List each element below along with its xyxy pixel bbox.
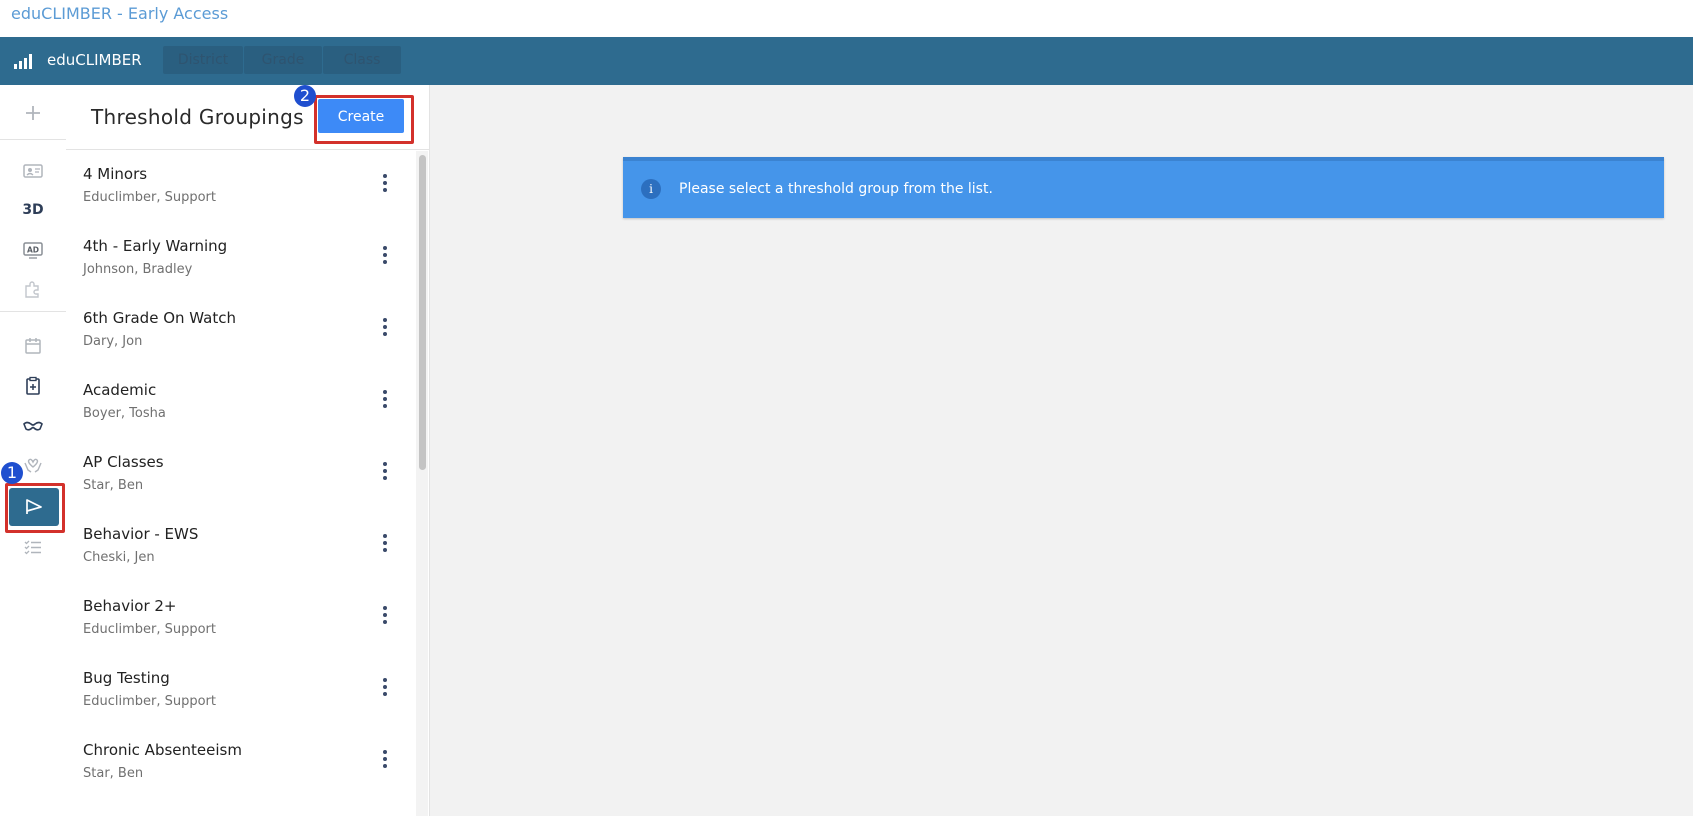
more-options-icon[interactable] <box>382 534 388 554</box>
side-rail: 3D AD <box>0 85 67 816</box>
group-name: AP Classes <box>83 453 164 471</box>
step-1-badge: 1 <box>1 462 23 484</box>
group-owner: Cheski, Jen <box>83 550 155 565</box>
info-alert: i Please select a threshold group from t… <box>623 157 1664 218</box>
window-title: eduCLIMBER - Early Access <box>11 4 229 23</box>
more-options-icon[interactable] <box>382 750 388 770</box>
list-item[interactable]: Bug Testing Educlimber, Support <box>66 654 414 726</box>
group-name: Chronic Absenteeism <box>83 741 242 759</box>
calendar-icon[interactable] <box>21 334 45 358</box>
plus-icon[interactable] <box>21 101 45 125</box>
group-name: Bug Testing <box>83 669 170 687</box>
group-owner: Johnson, Bradley <box>83 262 193 277</box>
more-options-icon[interactable] <box>382 606 388 626</box>
list-item[interactable]: 4 Minors Educlimber, Support <box>66 150 414 222</box>
group-owner: Educlimber, Support <box>83 694 216 709</box>
step-2-badge: 2 <box>294 85 316 107</box>
group-owner: Star, Ben <box>83 766 144 781</box>
more-options-icon[interactable] <box>382 462 388 482</box>
list-item[interactable]: Behavior - EWS Cheski, Jen <box>66 510 414 582</box>
clipboard-icon[interactable] <box>21 374 45 398</box>
group-name: 4 Minors <box>83 165 148 183</box>
list-item[interactable]: Chronic Absenteeism Star, Ben <box>66 726 414 798</box>
group-owner: Educlimber, Support <box>83 622 216 637</box>
list-scrollbar-thumb[interactable] <box>419 155 426 470</box>
threshold-group-list: 4 Minors Educlimber, Support 4th - Early… <box>66 150 414 798</box>
app-logo-text: eduCLIMBER <box>47 51 142 69</box>
checklist-icon[interactable] <box>21 535 45 559</box>
group-owner: Educlimber, Support <box>83 190 216 205</box>
list-item[interactable]: Academic Boyer, Tosha <box>66 366 414 438</box>
list-item[interactable]: 6th Grade On Watch Dary, Jon <box>66 294 414 366</box>
group-owner: Boyer, Tosha <box>83 406 166 421</box>
group-name: Behavior 2+ <box>83 597 177 615</box>
list-item[interactable]: Behavior 2+ Educlimber, Support <box>66 582 414 654</box>
step-2-highlight <box>314 95 414 144</box>
more-options-icon[interactable] <box>382 246 388 266</box>
more-options-icon[interactable] <box>382 318 388 338</box>
rail-divider <box>0 139 66 140</box>
signal-bars-logo-icon <box>14 54 32 69</box>
info-icon: i <box>641 179 661 199</box>
more-options-icon[interactable] <box>382 390 388 410</box>
svg-text:AD: AD <box>27 246 39 255</box>
window-titlebar: eduCLIMBER - Early Access <box>0 0 1693 37</box>
page-title: Threshold Groupings <box>91 105 304 129</box>
main-content: i Please select a threshold group from t… <box>430 85 1693 816</box>
breadcrumb-district[interactable]: District <box>163 46 243 74</box>
id-card-icon[interactable] <box>21 159 45 183</box>
more-options-icon[interactable] <box>382 678 388 698</box>
group-name: 6th Grade On Watch <box>83 309 236 327</box>
step-1-highlight <box>5 483 65 533</box>
3d-nav-item[interactable]: 3D <box>18 202 48 218</box>
breadcrumb-grade[interactable]: Grade <box>244 46 322 74</box>
group-owner: Dary, Jon <box>83 334 143 349</box>
alert-message: Please select a threshold group from the… <box>679 181 993 197</box>
hands-heart-icon[interactable] <box>21 453 45 477</box>
group-owner: Star, Ben <box>83 478 144 493</box>
ad-icon[interactable]: AD <box>21 238 45 262</box>
group-name: 4th - Early Warning <box>83 237 228 255</box>
puzzle-icon[interactable] <box>21 277 45 301</box>
list-item[interactable]: AP Classes Star, Ben <box>66 438 414 510</box>
goggles-icon[interactable] <box>21 414 45 438</box>
more-options-icon[interactable] <box>382 174 388 194</box>
threshold-list-panel: Threshold Groupings Create 4 Minors Educ… <box>66 85 430 816</box>
rail-divider <box>0 311 66 312</box>
app-header: eduCLIMBER District Grade Class <box>0 37 1693 85</box>
breadcrumb-class[interactable]: Class <box>323 46 401 74</box>
group-name: Behavior - EWS <box>83 525 199 543</box>
list-item[interactable]: 4th - Early Warning Johnson, Bradley <box>66 222 414 294</box>
group-name: Academic <box>83 381 157 399</box>
